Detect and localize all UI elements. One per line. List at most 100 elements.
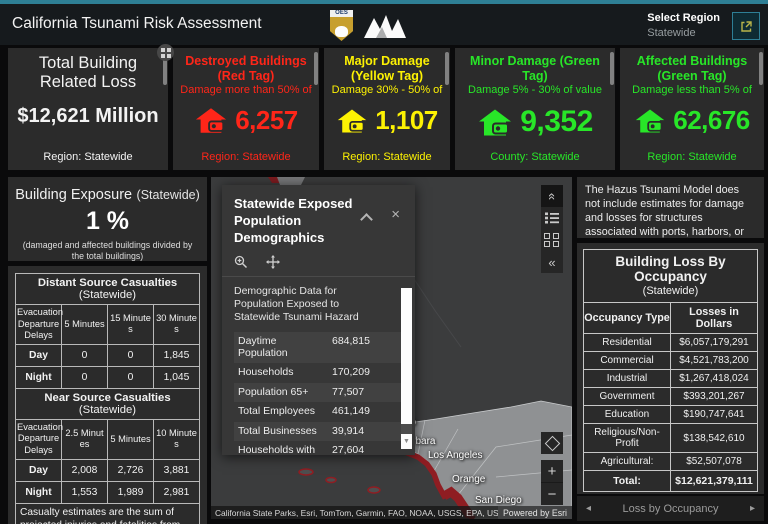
card-scrollbar[interactable] [445,52,449,85]
map-canvas[interactable]: spo Santa Barbara Los Angeles Orange San… [211,177,572,519]
kpi-major-damage: Major Damage (Yellow Tag) Damage 30% - 5… [324,48,450,170]
zoom-out-button[interactable]: − [541,482,563,505]
header-logos: OES [330,10,408,41]
house-tag-icon [194,106,228,135]
table-cell: 3,881 [154,459,200,481]
carousel-next-icon[interactable]: ▸ [750,503,755,514]
row-value: 27,604 [332,445,364,455]
hazus-note-panel: The Hazus Tsunami Model does not include… [577,177,764,238]
kpi-affected-buildings: Affected Buildings (Green Tag) Damage le… [620,48,764,170]
kpi-subtitle: Damage 5% - 30% of value [455,84,615,96]
row-label: Night [16,366,62,388]
column-header: 15 Minutes [108,305,154,345]
house-tag-icon [336,107,368,135]
row-value: 461,149 [332,406,370,418]
open-window-icon [739,19,754,34]
exposure-value: 1 % [8,207,207,236]
table-cell: 2,981 [154,481,200,503]
column-header: Evacuation Departure Delays [16,305,62,345]
casualties-panel: Distant Source Casualties (Statewide) Ev… [8,266,207,524]
exposure-region: (Statewide) [137,188,200,202]
select-region-value[interactable]: Statewide [647,27,720,39]
popup-title: Statewide Exposed Population Demographic… [222,185,364,247]
table-cell: 1,989 [108,481,154,503]
row-label: Households [238,367,332,379]
kpi-title: Minor Damage (Green Tag) [455,54,615,83]
occupancy-loss: $190,747,641 [671,406,758,424]
legend-button[interactable] [541,207,563,229]
exposure-title: Building Exposure [15,187,132,203]
occupancy-type: Commercial [584,352,671,370]
house-tag-icon [477,107,513,138]
popup-description: Demographic Data for Population Exposed … [222,277,415,330]
total-value: $12,621,379,111 [671,471,758,492]
table-title: Near Source Casualties [44,392,170,404]
card-scrollbar[interactable] [610,52,614,85]
kpi-subtitle: Damage more than 50% of value [173,84,319,96]
carousel-label: Loss by Occupancy [623,503,719,515]
kpi-footer: Region: Statewide [620,151,764,163]
card-scrollbar[interactable] [314,52,318,85]
collapse-left-button[interactable]: « [541,251,563,273]
row-value: 39,914 [332,426,364,438]
house-tag-icon [634,107,666,135]
table-cell: 1,845 [154,344,200,366]
oes-logo-text: OES [330,10,353,17]
column-header: Evacuation Departure Delays [16,419,62,459]
zoom-to-icon[interactable] [234,255,248,269]
home-extent-icon [544,435,560,451]
exposure-note: (damaged and affected buildings divided … [8,240,207,263]
popup-scrollbar[interactable]: ▼ [401,288,412,449]
kpi-title: Major Damage (Yellow Tag) [324,54,450,83]
powered-by-esri-link[interactable]: Powered by Esri [498,506,572,519]
down-arrow-icon: ▼ [403,438,410,445]
card-scrollbar[interactable] [759,52,763,85]
widget-drag-handle[interactable] [157,44,174,61]
occupancy-type: Religious/Non-Profit [584,424,671,453]
close-icon[interactable]: × [391,206,400,223]
scrollbar-thumb[interactable] [401,288,412,424]
scroll-down-button[interactable]: ▼ [401,434,412,449]
map-popup: Statewide Exposed Population Demographic… [222,185,415,455]
loss-table-title-cell: Building Loss By Occupancy (Statewide) [584,250,758,303]
kpi-value: 1,107 [375,105,438,136]
map-label-orange: Orange [452,474,485,485]
default-extent-button[interactable] [541,432,563,454]
table-region: (Statewide) [79,289,136,301]
kpi-title: Total Building Related Loss [8,54,168,91]
move-popup-icon[interactable] [266,255,280,269]
basemap-gallery-button[interactable] [541,229,563,251]
map-label-san-diego: San Diego [475,495,522,506]
table-cell: 0 [62,344,108,366]
occupancy-type: Agricultural: [584,453,671,471]
cal-oes-logo-icon: OES [330,10,353,41]
kpi-value: 62,676 [673,105,750,136]
page-title: California Tsunami Risk Assessment [12,15,262,33]
kpi-total-building-loss: Total Building Related Loss $12,621 Mill… [8,48,168,170]
occupancy-loss: $4,521,783,200 [671,352,758,370]
kpi-title: Destroyed Buildings (Red Tag) [173,54,319,83]
region-selector: Select Region Statewide [647,12,720,39]
column-header: Losses in Dollars [671,303,758,334]
row-value: 77,507 [332,387,364,399]
occupancy-loss: $1,267,418,024 [671,370,758,388]
table-cell: 2,726 [108,459,154,481]
select-region-label: Select Region [647,12,720,24]
table-row: Households170,209 [234,363,403,383]
zoom-in-button[interactable]: + [541,460,563,482]
column-header: 30 Minutes [154,305,200,345]
collapse-up-button[interactable]: « [541,185,563,207]
row-value: 684,815 [332,336,370,359]
basemap-grid-icon [544,233,560,247]
occupancy-type: Education [584,406,671,424]
building-loss-table: Building Loss By Occupancy (Statewide) O… [583,249,758,492]
table-title: Building Loss By Occupancy [584,254,757,284]
casualties-table: Distant Source Casualties (Statewide) Ev… [15,273,200,524]
california-geological-survey-logo-icon [362,12,408,40]
row-label: Households with Disability [238,445,332,455]
kpi-footer: Region: Statewide [173,151,319,163]
kpi-row: Total Building Related Loss $12,621 Mill… [8,48,764,170]
open-region-selector-button[interactable] [732,12,760,40]
occupancy-loss: $6,057,179,291 [671,334,758,352]
carousel-prev-icon[interactable]: ◂ [586,503,591,514]
